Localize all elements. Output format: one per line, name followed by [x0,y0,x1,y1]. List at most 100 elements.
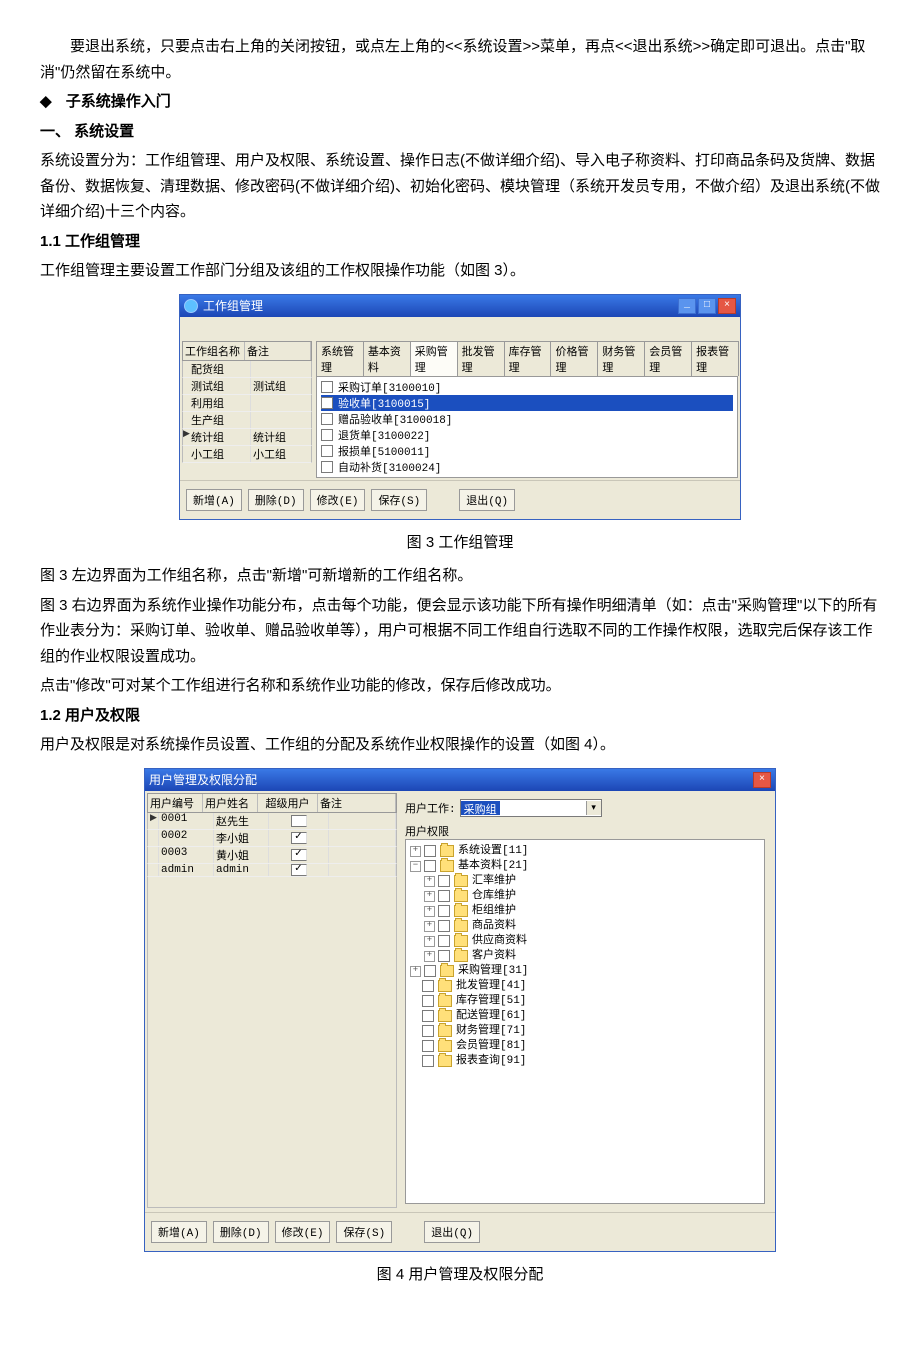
tree-item[interactable]: +客户资料 [424,949,760,964]
tree-item[interactable]: +商品资料 [424,919,760,934]
tree-toggle-icon[interactable]: + [424,891,435,902]
add-button[interactable]: 新增(A) [151,1221,207,1243]
checkbox-icon[interactable] [422,1040,434,1052]
checkbox-icon[interactable] [438,950,450,962]
checkbox-icon[interactable] [422,980,434,992]
module-tab[interactable]: 报表管理 [691,341,739,376]
checkbox-icon[interactable] [321,413,333,425]
close-button[interactable]: × [753,772,771,788]
checkbox-icon[interactable] [291,864,307,876]
module-tab[interactable]: 系统管理 [316,341,364,376]
tree-item[interactable]: 配送管理[61] [410,1009,760,1024]
edit-button[interactable]: 修改(E) [275,1221,331,1243]
checkbox-icon[interactable] [438,905,450,917]
tree-toggle-icon[interactable]: + [424,876,435,887]
workgroup-combobox[interactable]: 采购组 ▾ [460,799,602,817]
tree-item[interactable]: +汇率维护 [424,874,760,889]
checkbox-icon[interactable] [291,849,307,861]
titlebar[interactable]: 工作组管理 _ □ × [180,295,740,317]
module-tab[interactable]: 会员管理 [644,341,692,376]
module-tab[interactable]: 价格管理 [550,341,598,376]
cell-superuser[interactable] [269,830,329,846]
table-row[interactable]: 生产组 [182,412,312,429]
cell-superuser[interactable] [269,864,329,876]
module-tab[interactable]: 库存管理 [504,341,552,376]
workgroup-grid[interactable]: 工作组名称 备注 配货组测试组测试组利用组生产组▶统计组统计组小工组小工组 [182,319,312,478]
checkbox-icon[interactable] [424,965,436,977]
exit-button[interactable]: 退出(Q) [424,1221,480,1243]
save-button[interactable]: 保存(S) [336,1221,392,1243]
module-tab[interactable]: 基本资料 [363,341,411,376]
checkbox-icon[interactable] [424,860,436,872]
delete-button[interactable]: 删除(D) [248,489,304,511]
edit-button[interactable]: 修改(E) [310,489,366,511]
cell-superuser[interactable] [269,847,329,863]
module-tab[interactable]: 财务管理 [597,341,645,376]
checkbox-icon[interactable] [291,815,307,827]
tree-item[interactable]: +采购管理[31] [410,964,760,979]
operation-item[interactable]: 报损单[5100011] [321,443,733,459]
user-grid[interactable]: 用户编号 用户姓名 超级用户 备注 ▶0001赵先生0002李小姐0003黄小姐… [147,793,397,1210]
table-row[interactable]: 配货组 [182,361,312,378]
checkbox-icon[interactable] [321,445,333,457]
checkbox-icon[interactable] [438,890,450,902]
tree-toggle-icon[interactable]: + [424,906,435,917]
tree-toggle-icon[interactable]: + [424,951,435,962]
tree-item[interactable]: 报表查询[91] [410,1054,760,1069]
operation-list[interactable]: 采购订单[3100010]验收单[3100015]赠品验收单[3100018]退… [316,376,738,478]
table-row[interactable]: 小工组小工组 [182,446,312,463]
checkbox-icon[interactable] [424,845,436,857]
tree-item[interactable]: +柜组维护 [424,904,760,919]
tree-item[interactable]: +供应商资料 [424,934,760,949]
add-button[interactable]: 新增(A) [186,489,242,511]
table-row[interactable]: adminadmin [147,864,397,877]
checkbox-icon[interactable] [422,1025,434,1037]
table-row[interactable]: 0002李小姐 [147,830,397,847]
checkbox-icon[interactable] [321,429,333,441]
checkbox-icon[interactable] [438,875,450,887]
chevron-down-icon[interactable]: ▾ [586,801,601,815]
checkbox-icon[interactable] [422,1055,434,1067]
tree-item[interactable]: 库存管理[51] [410,994,760,1009]
cell-superuser[interactable] [269,813,329,829]
operation-item[interactable]: 退货单[3100022] [321,427,733,443]
checkbox-icon[interactable] [321,381,333,393]
checkbox-icon[interactable] [321,461,333,473]
operation-item[interactable]: 采购订单[3100010] [321,379,733,395]
close-button[interactable]: × [718,298,736,314]
checkbox-icon[interactable] [291,832,307,844]
checkbox-icon[interactable] [422,995,434,1007]
tree-toggle-icon[interactable]: + [424,921,435,932]
tree-item[interactable]: −基本资料[21] [410,859,760,874]
tree-item[interactable]: +仓库维护 [424,889,760,904]
minimize-button[interactable]: _ [678,298,696,314]
checkbox-icon[interactable] [438,935,450,947]
checkbox-icon[interactable] [321,397,333,409]
titlebar[interactable]: 用户管理及权限分配 × [145,769,775,791]
table-row[interactable]: 测试组测试组 [182,378,312,395]
operation-item[interactable]: 验收单[3100015] [321,395,733,411]
module-tab[interactable]: 批发管理 [457,341,505,376]
tree-item[interactable]: 会员管理[81] [410,1039,760,1054]
table-row[interactable]: 利用组 [182,395,312,412]
tree-item[interactable]: +系统设置[11] [410,844,760,859]
table-row[interactable]: ▶统计组统计组 [182,429,312,446]
tree-toggle-icon[interactable]: + [410,966,421,977]
tree-toggle-icon[interactable]: − [410,861,421,872]
exit-button[interactable]: 退出(Q) [459,489,515,511]
operation-item[interactable]: 自动补货[3100024] [321,459,733,475]
checkbox-icon[interactable] [438,920,450,932]
maximize-button[interactable]: □ [698,298,716,314]
save-button[interactable]: 保存(S) [371,489,427,511]
tree-toggle-icon[interactable]: + [410,846,421,857]
checkbox-icon[interactable] [422,1010,434,1022]
table-row[interactable]: ▶0001赵先生 [147,813,397,830]
tree-toggle-icon[interactable]: + [424,936,435,947]
delete-button[interactable]: 删除(D) [213,1221,269,1243]
module-tab[interactable]: 采购管理 [410,341,458,376]
tree-item[interactable]: 财务管理[71] [410,1024,760,1039]
table-row[interactable]: 0003黄小姐 [147,847,397,864]
operation-item[interactable]: 赠品验收单[3100018] [321,411,733,427]
permission-tree[interactable]: +系统设置[11]−基本资料[21]+汇率维护+仓库维护+柜组维护+商品资料+供… [405,839,765,1204]
tree-item[interactable]: 批发管理[41] [410,979,760,994]
